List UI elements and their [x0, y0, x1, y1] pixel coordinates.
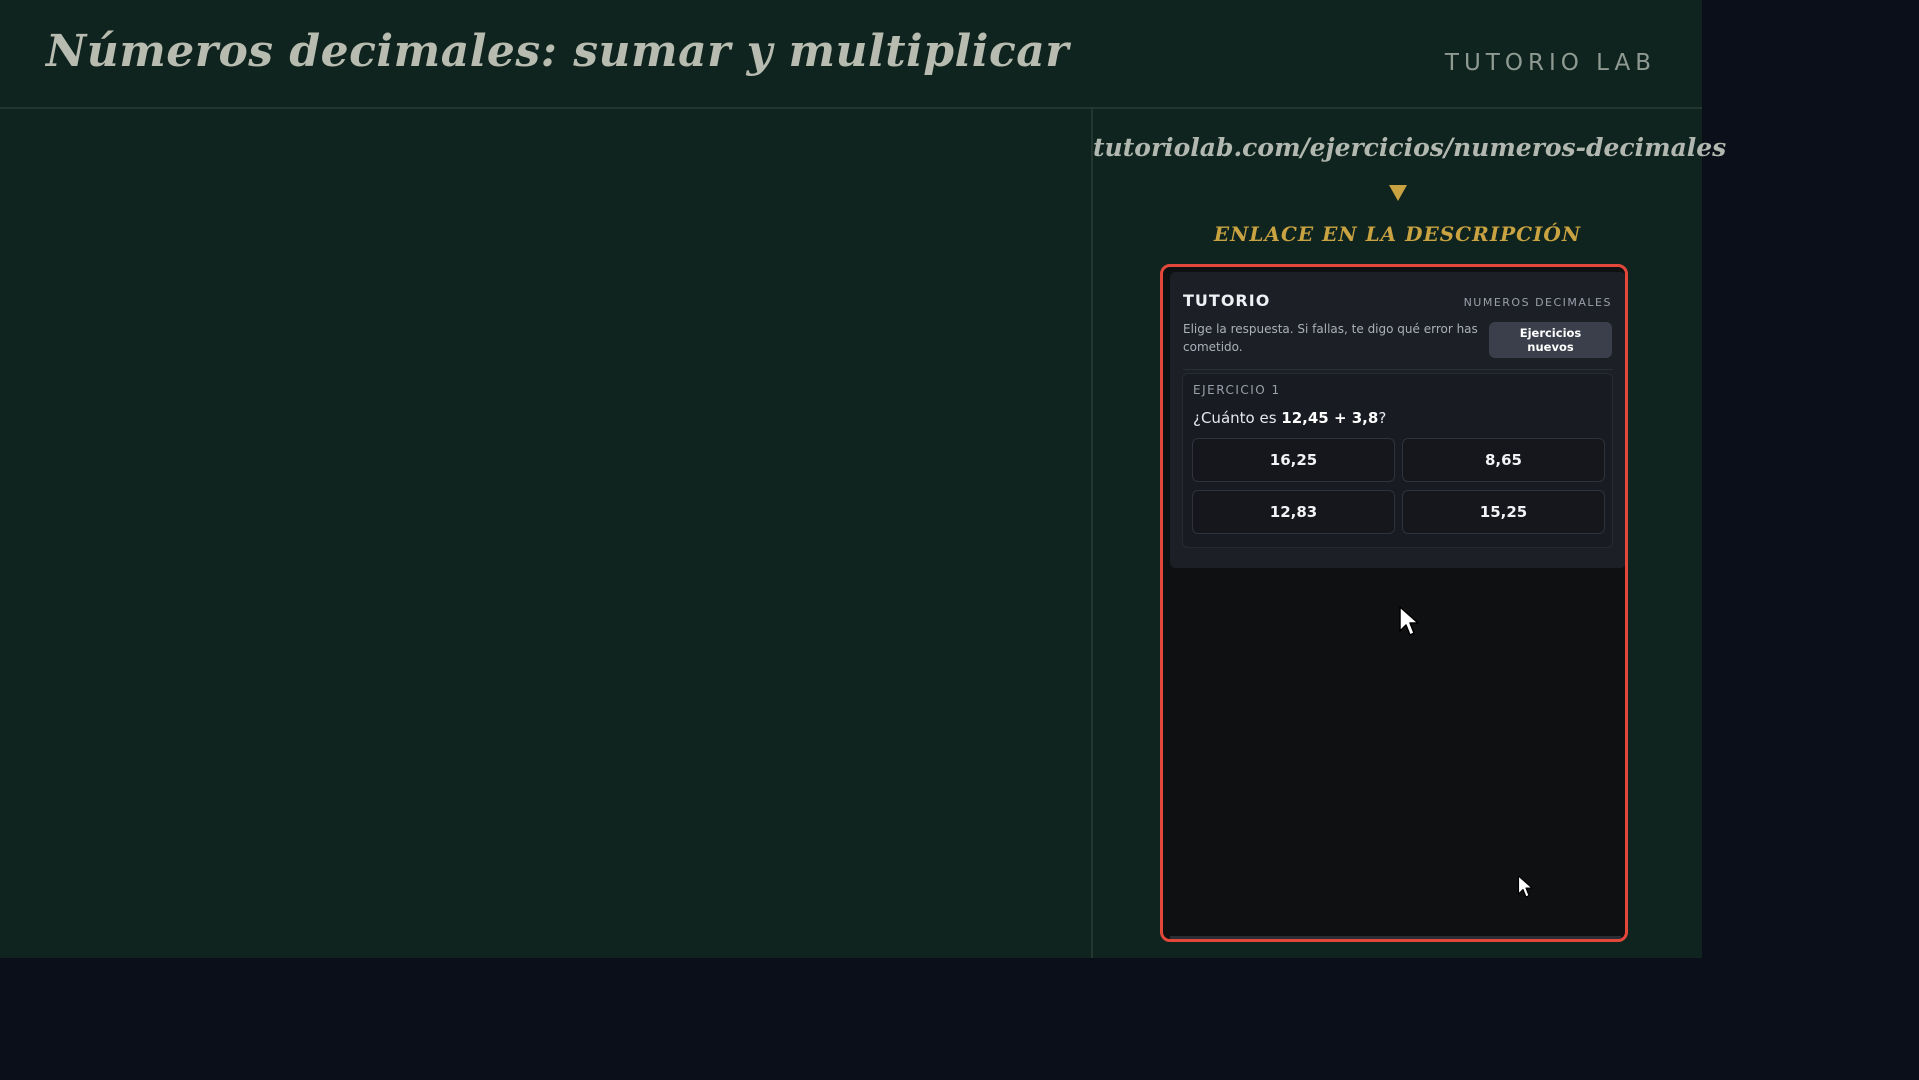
question-suffix: ?: [1378, 409, 1387, 427]
embedded-widget-frame: TUTORIO NUMEROS DECIMALES Elige la respu…: [1160, 264, 1628, 942]
widget-separator: [1183, 369, 1613, 370]
widget-brand: TUTORIO: [1183, 291, 1271, 310]
exercise-label: EJERCICIO 1: [1193, 383, 1281, 397]
link-callout: ENLACE EN LA DESCRIPCIÓN: [1213, 222, 1582, 246]
question-expression: 12,45 + 3,8: [1281, 409, 1379, 427]
exercise-card: EJERCICIO 1 ¿Cuánto es 12,45 + 3,8? 16,2…: [1182, 373, 1613, 548]
answer-option[interactable]: 12,83: [1192, 490, 1395, 534]
widget-topic: NUMEROS DECIMALES: [1463, 296, 1612, 309]
down-arrow-icon: [1389, 185, 1407, 201]
header: Números decimales: sumar y multiplicar T…: [0, 0, 1702, 109]
brand-logo-text: TUTORIO LAB: [1444, 50, 1656, 76]
answer-option[interactable]: 8,65: [1402, 438, 1605, 482]
widget-description: Elige la respuesta. Si fallas, te digo q…: [1183, 322, 1478, 354]
exercise-url: tutoriolab.com/ejercicios/numeros-decima…: [1093, 133, 1727, 162]
mouse-cursor-icon: [1399, 606, 1419, 636]
question-prefix: ¿Cuánto es: [1193, 409, 1282, 427]
new-exercises-button[interactable]: Ejercicios nuevos: [1489, 322, 1612, 358]
quiz-widget: TUTORIO NUMEROS DECIMALES Elige la respu…: [1170, 272, 1625, 568]
mouse-cursor-icon: [1517, 875, 1533, 898]
video-stage: Números decimales: sumar y multiplicar T…: [0, 0, 1727, 958]
exercise-question: ¿Cuánto es 12,45 + 3,8?: [1193, 409, 1386, 427]
frame-bottom-bar: [1170, 936, 1621, 939]
answer-option[interactable]: 16,25: [1192, 438, 1395, 482]
page-title: Números decimales: sumar y multiplicar: [46, 26, 1069, 77]
answer-option[interactable]: 15,25: [1402, 490, 1605, 534]
